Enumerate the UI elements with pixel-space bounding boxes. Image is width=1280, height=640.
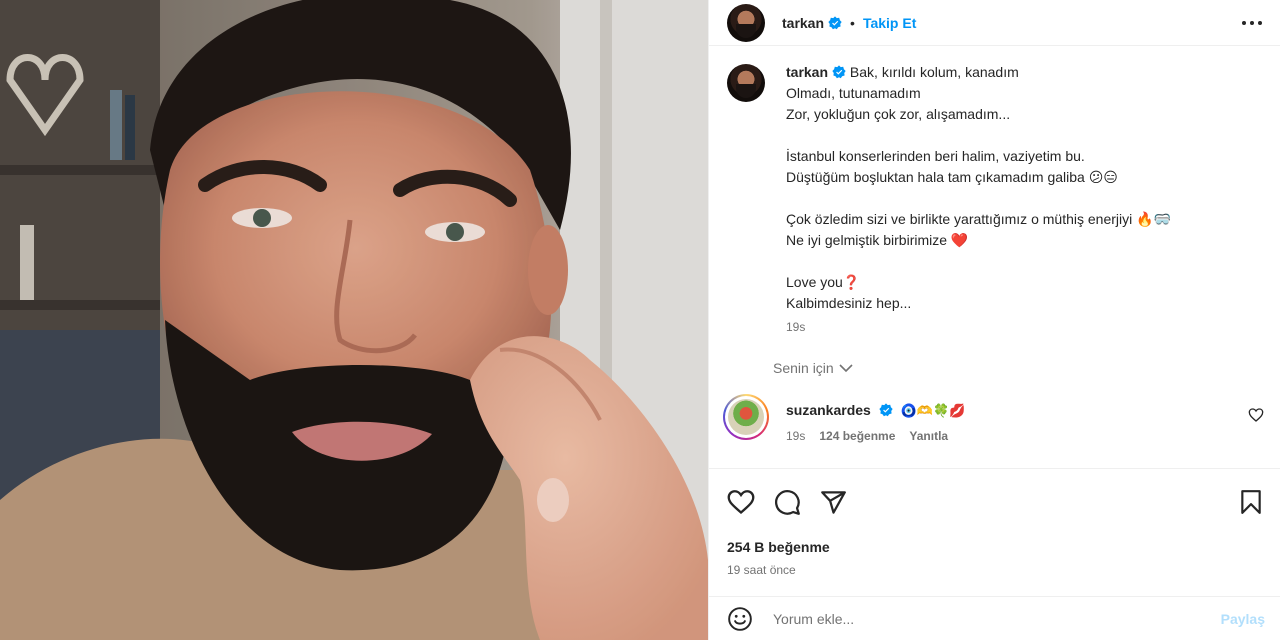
- comment-input[interactable]: [773, 610, 1221, 627]
- reply-button[interactable]: Yanıtla: [909, 429, 948, 443]
- action-icons: [727, 487, 1265, 517]
- commenter-username[interactable]: suzankardes: [786, 402, 871, 418]
- follow-button[interactable]: Takip Et: [863, 15, 916, 31]
- save-button[interactable]: [1237, 488, 1265, 516]
- post-photo[interactable]: [0, 0, 708, 640]
- caption-line: Bak, kırıldı kolum, kanadım: [849, 64, 1019, 80]
- emoji-icon[interactable]: [727, 606, 753, 632]
- translation-label: Senin için: [773, 360, 834, 376]
- caption-line: [786, 125, 1256, 146]
- post-comments-area[interactable]: tarkan Bak, kırıldı kolum, kanadım Olmad…: [709, 46, 1280, 466]
- post-time[interactable]: 19 saat önce: [727, 563, 1265, 577]
- likes-count[interactable]: 254 B beğenme: [727, 539, 1265, 555]
- caption-text: tarkan Bak, kırıldı kolum, kanadım Olmad…: [786, 62, 1256, 314]
- comment-text: 🧿🫶🍀💋: [900, 404, 966, 419]
- verified-icon: [879, 403, 893, 417]
- comment-button[interactable]: [773, 488, 801, 516]
- caption-line: Ne iyi gelmiştik birbirimize ❤️: [786, 232, 969, 248]
- share-icon: [820, 490, 846, 514]
- caption-avatar[interactable]: [727, 64, 765, 102]
- caption: tarkan Bak, kırıldı kolum, kanadım Olmad…: [727, 62, 1264, 314]
- comment-heart-icon[interactable]: [1248, 407, 1264, 423]
- comment-body: suzankardes 🧿🫶🍀💋 19s 124 beğenme Yanıtla: [786, 394, 1248, 443]
- caption-line: Zor, yokluğun çok zor, alışamadım...: [786, 106, 1011, 122]
- comment-icon: [774, 489, 800, 515]
- caption-time[interactable]: 19s: [786, 320, 1264, 334]
- caption-first-line: tarkan Bak, kırıldı kolum, kanadım: [786, 62, 1256, 83]
- post-comment-button[interactable]: Paylaş: [1221, 611, 1265, 627]
- post-modal: tarkan • Takip Et tarkan Bak, kırıldı ko…: [0, 0, 1280, 640]
- bookmark-icon: [1241, 490, 1261, 514]
- caption-line: [786, 251, 1256, 272]
- comment-meta: 19s 124 beğenme Yanıtla: [786, 429, 1248, 443]
- caption-username[interactable]: tarkan: [786, 64, 828, 80]
- caption-line: Düştüğüm boşluktan hala tam çıkamadım ga…: [786, 169, 1118, 185]
- commenter-avatar[interactable]: [723, 394, 769, 440]
- caption-line: Love you❓: [786, 274, 861, 290]
- post-header: tarkan • Takip Et: [709, 0, 1280, 46]
- verified-icon: [832, 65, 846, 79]
- caption-line: İstanbul konserlerinden beri halim, vazi…: [786, 148, 1085, 164]
- more-options-button[interactable]: [1240, 11, 1264, 35]
- comment-time[interactable]: 19s: [786, 429, 805, 443]
- verified-icon: [828, 15, 842, 29]
- share-post-button[interactable]: [819, 488, 847, 516]
- translation-toggle[interactable]: Senin için: [773, 360, 853, 376]
- add-comment-bar: Paylaş: [709, 596, 1280, 640]
- heart-icon: [727, 490, 755, 515]
- caption-line: Çok özledim sizi ve birlikte yarattığımı…: [786, 211, 1171, 227]
- selfie-image: [0, 0, 708, 640]
- caption-line: [786, 188, 1256, 209]
- comment-likes[interactable]: 124 beğenme: [819, 429, 895, 443]
- author-avatar[interactable]: [727, 3, 765, 42]
- caption-line: Kalbimdesiniz hep...: [786, 295, 912, 311]
- author-username[interactable]: tarkan: [782, 15, 824, 31]
- more-icon: [1242, 20, 1262, 25]
- caption-line: Olmadı, tutunamadım: [786, 85, 921, 101]
- chevron-down-icon: [839, 364, 853, 373]
- like-button[interactable]: [727, 488, 755, 516]
- comment-item: suzankardes 🧿🫶🍀💋 19s 124 beğenme Yanıtla: [723, 394, 1264, 443]
- post-actions: 254 B beğenme 19 saat önce: [709, 468, 1280, 596]
- post-side-panel: tarkan • Takip Et tarkan Bak, kırıldı ko…: [708, 0, 1280, 640]
- separator-dot: •: [850, 14, 855, 31]
